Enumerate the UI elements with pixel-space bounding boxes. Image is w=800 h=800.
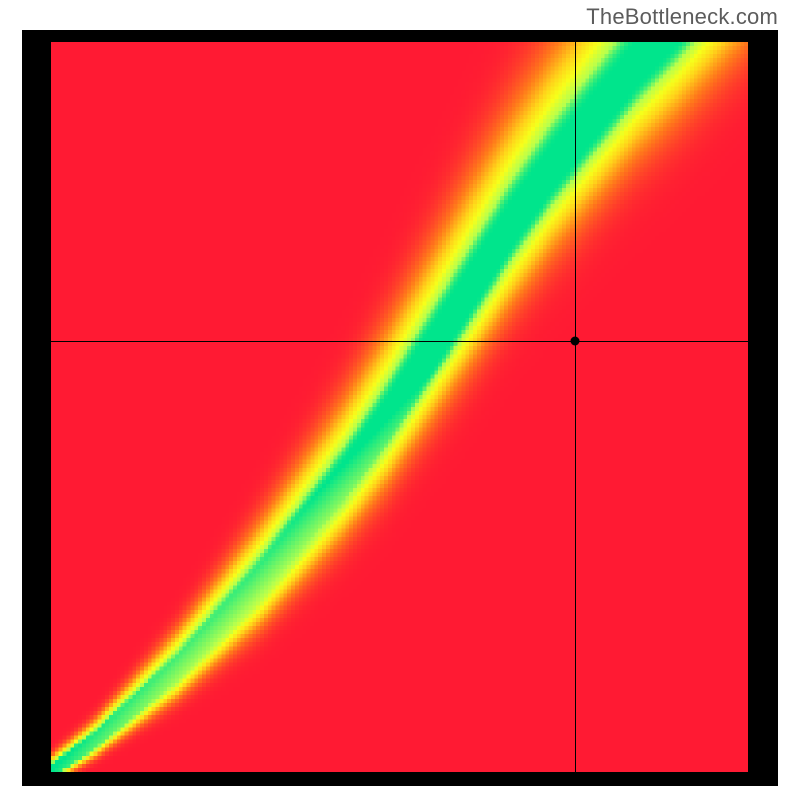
chart-outer-frame (22, 30, 778, 786)
watermark-text: TheBottleneck.com (586, 4, 778, 30)
chart-plot-area (51, 42, 748, 772)
heatmap-canvas (51, 42, 748, 772)
